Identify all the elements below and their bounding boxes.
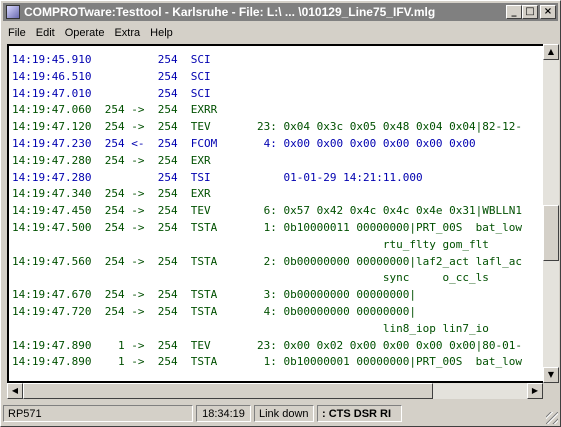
log-row[interactable]: 14:19:47.280 254 TSI 01-01-29 14:21:11.0…	[12, 170, 543, 187]
log-row[interactable]: sync o_cc_ls	[12, 270, 543, 287]
status-port: RP571	[3, 405, 193, 422]
log-list: 14:19:45.910 254 SCI 14:19:46.510 254 SCI…	[9, 46, 543, 371]
arrow-right-icon[interactable]: ▶	[527, 383, 543, 399]
menu-operate[interactable]: Operate	[60, 27, 110, 39]
log-row[interactable]: 14:19:47.890 1 -> 254 TEV 23: 0x00 0x02 …	[12, 338, 543, 355]
window-title: COMPROTware:Testtool - Karlsruhe - File:…	[24, 5, 436, 19]
log-row[interactable]: lin8_iop lin7_io	[12, 321, 543, 338]
menu-file[interactable]: File	[3, 27, 31, 39]
menu-help[interactable]: Help	[145, 27, 178, 39]
status-time: 18:34:19	[196, 405, 251, 422]
app-icon[interactable]	[6, 5, 20, 19]
resize-grip[interactable]	[546, 412, 558, 424]
log-row[interactable]: rtu_flty gom_flt	[12, 237, 543, 254]
log-row[interactable]: 14:19:45.910 254 SCI	[12, 52, 543, 69]
menu-bar: File Edit Operate Extra Help	[3, 23, 178, 42]
log-row[interactable]: 14:19:47.010 254 SCI	[12, 86, 543, 103]
horizontal-scroll-thumb[interactable]	[23, 383, 433, 399]
log-row[interactable]: 14:19:46.510 254 SCI	[12, 69, 543, 86]
vertical-scroll-thumb[interactable]	[543, 205, 559, 261]
status-signals: : CTS DSR RI	[317, 405, 402, 422]
status-link: Link down	[254, 405, 314, 422]
log-row[interactable]: 14:19:47.120 254 -> 254 TEV 23: 0x04 0x3…	[12, 119, 543, 136]
vertical-scrollbar[interactable]: ▲ ▼	[543, 44, 559, 383]
close-icon[interactable]: ×	[540, 5, 556, 19]
log-row[interactable]: 14:19:47.670 254 -> 254 TSTA 3: 0b000000…	[12, 287, 543, 304]
arrow-up-icon[interactable]: ▲	[543, 44, 559, 60]
horizontal-scrollbar[interactable]: ◀ ▶	[7, 383, 543, 399]
log-row[interactable]: 14:19:47.280 254 -> 254 EXR	[12, 153, 543, 170]
menu-edit[interactable]: Edit	[31, 27, 60, 39]
log-row[interactable]: 14:19:47.340 254 -> 254 EXR	[12, 186, 543, 203]
maximize-icon[interactable]: □	[522, 5, 538, 19]
log-row[interactable]: 14:19:47.890 1 -> 254 TSTA 1: 0b10000001…	[12, 354, 543, 371]
log-row[interactable]: 14:19:47.060 254 -> 254 EXRR	[12, 102, 543, 119]
arrow-down-icon[interactable]: ▼	[543, 367, 559, 383]
log-row[interactable]: 14:19:47.230 254 <- 254 FCOM 4: 0x00 0x0…	[12, 136, 543, 153]
menu-extra[interactable]: Extra	[109, 27, 145, 39]
log-view[interactable]: 14:19:45.910 254 SCI 14:19:46.510 254 SCI…	[7, 44, 545, 383]
log-row[interactable]: 14:19:47.560 254 -> 254 TSTA 2: 0b000000…	[12, 254, 543, 271]
status-bar: RP571 18:34:19 Link down : CTS DSR RI	[3, 403, 558, 424]
arrow-left-icon[interactable]: ◀	[7, 383, 23, 399]
log-row[interactable]: 14:19:47.720 254 -> 254 TSTA 4: 0b000000…	[12, 304, 543, 321]
log-row[interactable]: 14:19:47.500 254 -> 254 TSTA 1: 0b100000…	[12, 220, 543, 237]
title-bar[interactable]: COMPROTware:Testtool - Karlsruhe - File:…	[3, 3, 558, 21]
application-window: COMPROTware:Testtool - Karlsruhe - File:…	[0, 0, 561, 427]
minimize-icon[interactable]: _	[506, 5, 522, 19]
log-row[interactable]: 14:19:47.450 254 -> 254 TEV 6: 0x57 0x42…	[12, 203, 543, 220]
